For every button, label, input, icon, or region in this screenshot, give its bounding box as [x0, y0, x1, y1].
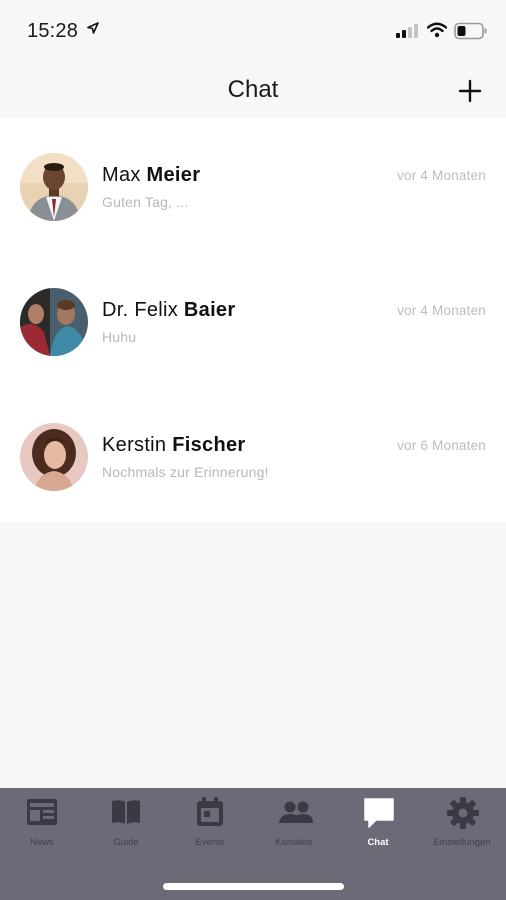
gear-icon [447, 797, 479, 829]
timestamp: vor 6 Monaten [397, 438, 486, 453]
tab-news[interactable]: News [0, 788, 84, 858]
battery-icon [454, 22, 487, 40]
tab-label: Events [195, 837, 225, 848]
chat-list-item[interactable]: Max Meier Guten Tag, ... vor 4 Monaten [0, 118, 506, 252]
contact-name: Kerstin Fischer [102, 434, 246, 456]
tab-label: News [30, 837, 54, 848]
status-bar: 15:28 [0, 0, 506, 62]
nav-header: Chat [0, 62, 506, 118]
tab-chat[interactable]: Chat [336, 788, 420, 858]
new-chat-button[interactable] [455, 76, 485, 106]
page-title: Chat [227, 76, 279, 103]
people-icon [279, 801, 313, 823]
avatar [20, 423, 88, 491]
chat-list-item[interactable]: Dr. Felix Baier Huhu vor 4 Monaten [0, 253, 506, 387]
wifi-icon [427, 22, 447, 38]
tab-label: Chat [367, 837, 389, 848]
message-preview: Nochmals zur Erinnerung! [102, 464, 269, 480]
plus-icon [458, 79, 482, 103]
timestamp: vor 4 Monaten [397, 303, 486, 318]
chat-list-item[interactable]: Kerstin Fischer Nochmals zur Erinnerung!… [0, 388, 506, 522]
tab-label: Kontakte [275, 837, 313, 848]
tab-kontakte[interactable]: Kontakte [252, 788, 336, 858]
tab-label: Einstellungen [433, 837, 491, 848]
contact-name: Max Meier [102, 164, 201, 186]
tab-label: Guide [113, 837, 139, 848]
message-preview: Guten Tag, ... [102, 194, 189, 210]
tab-einstellungen[interactable]: Einstellungen [420, 788, 504, 858]
status-time: 15:28 [27, 20, 79, 42]
location-arrow-icon [87, 22, 99, 34]
avatar [20, 153, 88, 221]
calendar-icon [197, 797, 223, 826]
avatar [20, 288, 88, 356]
cellular-signal-icon [396, 24, 418, 38]
tab-events[interactable]: Events [168, 788, 252, 858]
chat-list: Max Meier Guten Tag, ... vor 4 Monaten D… [0, 118, 506, 522]
book-icon [112, 800, 140, 824]
newspaper-icon [27, 799, 57, 825]
message-preview: Huhu [102, 329, 137, 345]
home-indicator[interactable] [163, 883, 344, 890]
timestamp: vor 4 Monaten [397, 168, 486, 183]
contact-name: Dr. Felix Baier [102, 299, 236, 321]
chat-bubble-icon [364, 798, 394, 828]
tab-guide[interactable]: Guide [84, 788, 168, 858]
